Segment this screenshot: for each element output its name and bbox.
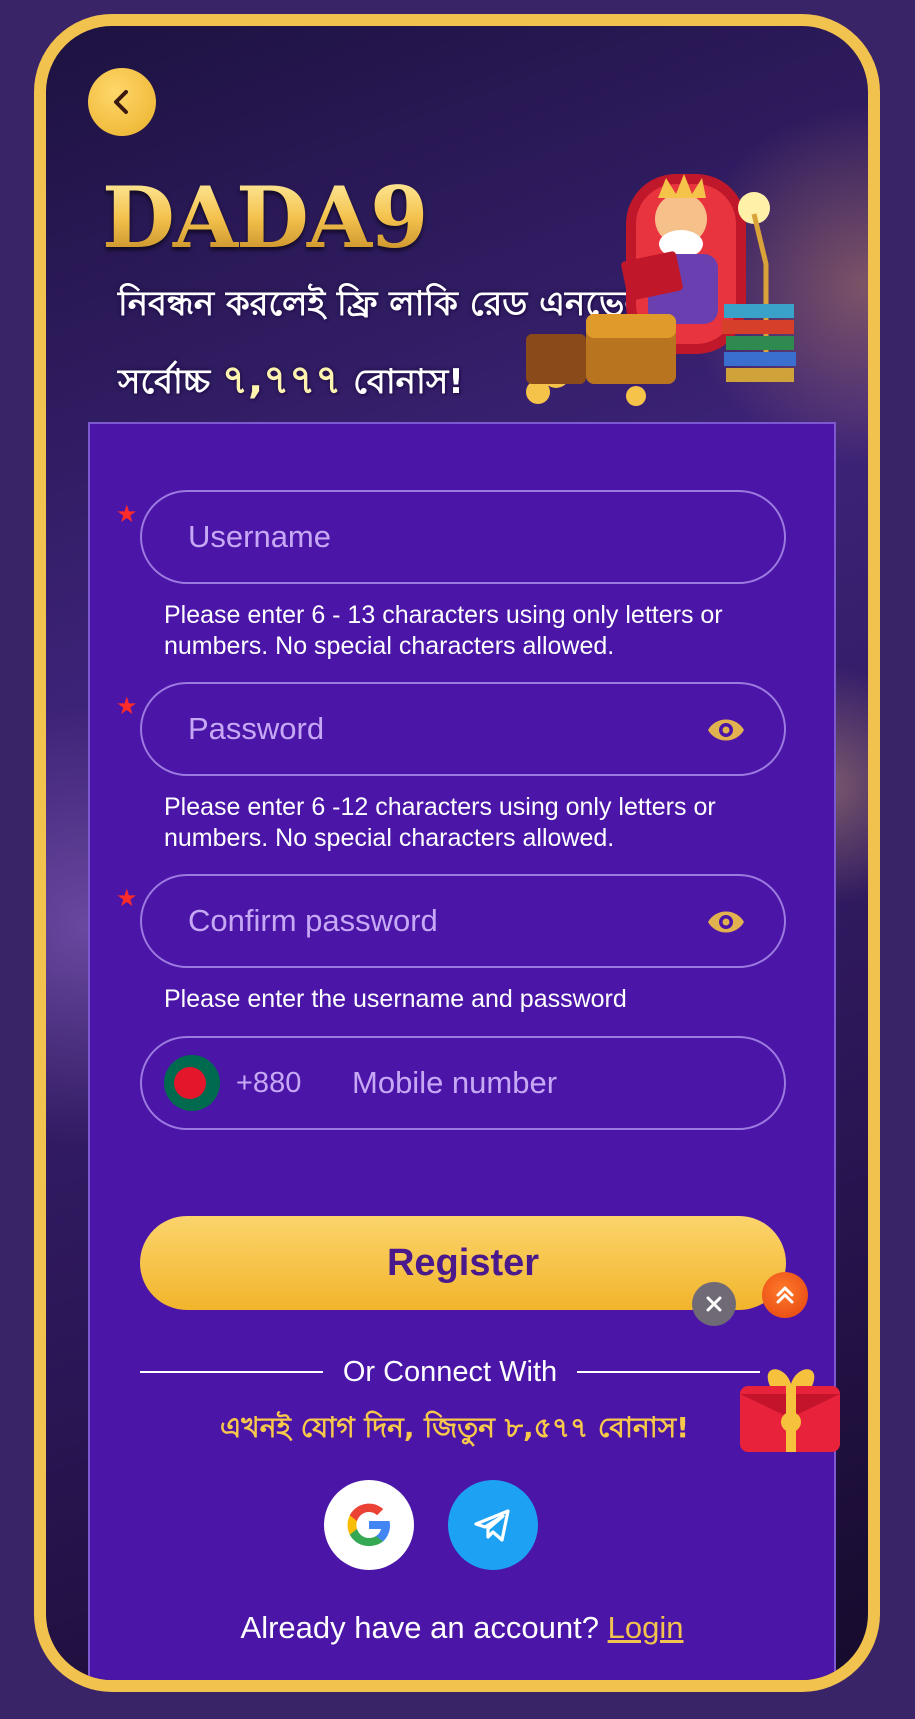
username-placeholder: Username <box>188 519 331 554</box>
promo-amount: ৭,৭৭৭ <box>222 357 342 403</box>
bangladesh-flag-icon[interactable] <box>164 1055 220 1111</box>
back-chevron-icon <box>114 90 128 114</box>
telegram-icon <box>474 1509 510 1542</box>
password-input[interactable]: Password <box>140 682 786 776</box>
username-hint: Please enter 6 - 13 characters using onl… <box>164 601 723 660</box>
mobile-number-input[interactable]: +880 Mobile number <box>140 1036 786 1130</box>
close-floating-button[interactable] <box>692 1282 736 1326</box>
password-placeholder: Password <box>188 711 325 746</box>
scroll-up-icon <box>776 1286 794 1304</box>
password-hint: Please enter 6 -12 characters using only… <box>164 793 716 852</box>
eye-icon[interactable] <box>706 714 746 746</box>
confirm-password-placeholder: Confirm password <box>188 903 438 938</box>
country-code[interactable]: +880 <box>236 1067 352 1100</box>
google-login-button[interactable] <box>324 1480 414 1570</box>
king-mascot-illustration <box>526 174 796 406</box>
close-icon <box>706 1296 722 1312</box>
required-marker: ★ <box>116 885 138 912</box>
connect-label: Or Connect With <box>342 1355 558 1388</box>
register-form: ★ Username Please enter 6 - 13 character… <box>88 422 840 1680</box>
google-icon <box>347 1503 390 1546</box>
required-marker: ★ <box>116 501 138 528</box>
confirm-password-input[interactable]: Confirm password <box>140 874 786 968</box>
promo-prefix: সর্বোচ্চ <box>118 362 211 402</box>
confirm-password-hint: Please enter the username and password <box>164 985 627 1013</box>
telegram-login-button[interactable] <box>448 1480 538 1570</box>
scroll-to-top-button[interactable] <box>762 1272 808 1318</box>
promo-subheadline: সর্বোচ্চ ৭,৭৭৭ বোনাস! <box>118 348 464 415</box>
promo-suffix: বোনাস! <box>353 362 464 402</box>
login-link[interactable]: Login <box>608 1610 684 1645</box>
username-input[interactable]: Username <box>140 490 786 584</box>
bonus-banner-text: এখনই যোগ দিন, জিতুন ৮,৫৭৭ বোনাস! <box>220 1411 690 1444</box>
back-button[interactable] <box>88 68 156 136</box>
brand-logo: DADA9 <box>102 168 428 267</box>
divider-line <box>140 1371 323 1373</box>
phone-frame: DADA9 নিবন্ধন করলেই ফ্রি লাকি রেড এনভেলপ… <box>34 14 880 1692</box>
mobile-placeholder: Mobile number <box>352 1065 558 1100</box>
eye-icon[interactable] <box>706 906 746 938</box>
register-button[interactable]: Register <box>140 1216 786 1310</box>
login-prompt: Already have an account? Login <box>90 1610 834 1646</box>
required-marker: ★ <box>116 693 138 720</box>
connect-divider: Or Connect With <box>140 1352 760 1392</box>
gift-box-icon[interactable] <box>730 1356 852 1456</box>
login-prompt-text: Already have an account? <box>240 1610 599 1645</box>
